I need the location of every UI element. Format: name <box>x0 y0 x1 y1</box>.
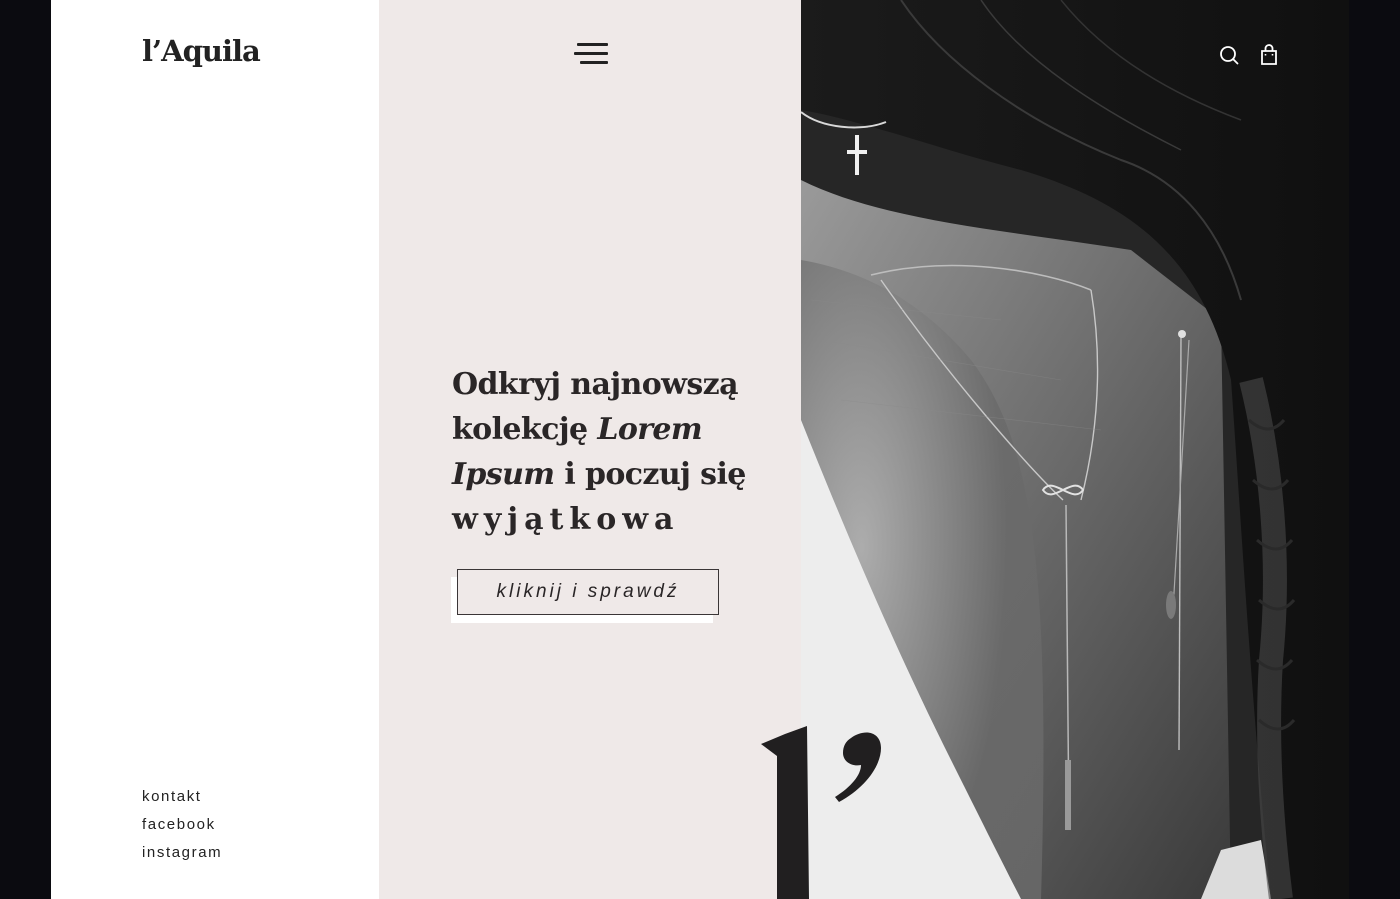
cta-button[interactable]: kliknij i sprawdź <box>457 569 719 615</box>
hero-heading: Odkryj najnowszą kolekcję Lorem Ipsum i … <box>452 362 782 542</box>
hero-line-1: Odkryj najnowszą <box>452 367 739 402</box>
header-actions <box>1219 43 1279 67</box>
hamburger-icon[interactable] <box>572 41 608 69</box>
landing-page: l’Aquila kontakt facebook instagram Odkr… <box>51 0 1349 899</box>
middle-column: Odkryj najnowszą kolekcję Lorem Ipsum i … <box>379 0 801 899</box>
hero-line-3: i poczuj się <box>554 457 746 492</box>
brand-logo[interactable]: l’Aquila <box>142 34 261 68</box>
instagram-link[interactable]: instagram <box>142 844 222 861</box>
search-icon[interactable] <box>1219 43 1239 67</box>
hero-line-4: wyjątkowa <box>452 502 680 537</box>
hero-line-2: kolekcję <box>452 412 598 447</box>
necklace-photo <box>801 0 1349 899</box>
contact-link[interactable]: kontakt <box>142 788 202 805</box>
hero-photo <box>801 0 1349 899</box>
left-column: l’Aquila kontakt facebook instagram <box>51 0 379 899</box>
facebook-link[interactable]: facebook <box>142 816 216 833</box>
hero-line-2-italic: Lorem <box>597 412 703 447</box>
cart-icon[interactable] <box>1259 43 1279 67</box>
hero-line-3-italic: Ipsum <box>452 457 555 492</box>
footer-links: kontakt facebook instagram <box>142 788 222 872</box>
